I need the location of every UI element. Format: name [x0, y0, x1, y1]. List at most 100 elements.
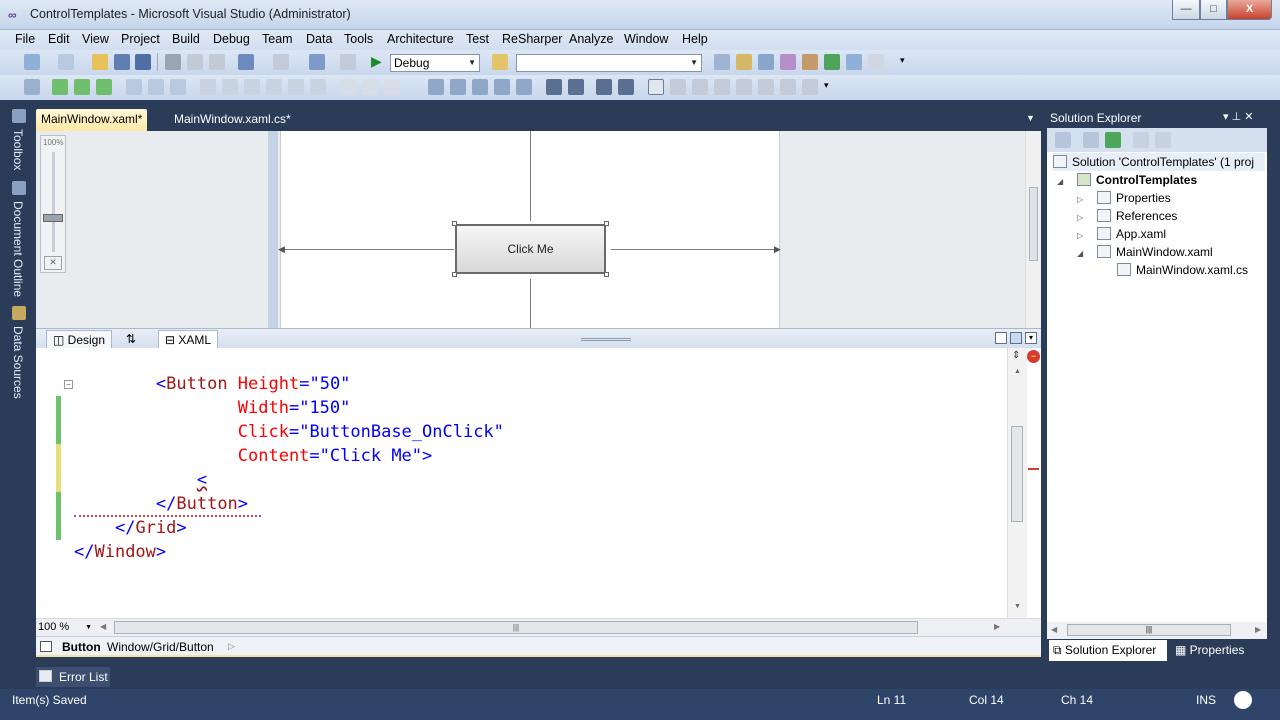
scroll-right-icon[interactable]: ▶: [1255, 625, 1261, 634]
edit-style-icon[interactable]: [384, 79, 400, 95]
decrease-indent-icon[interactable]: [546, 79, 562, 95]
designer-scroll-thumb[interactable]: [1029, 187, 1038, 261]
scroll-left-icon[interactable]: ◀: [1051, 625, 1057, 634]
menu-architecture[interactable]: Architecture: [387, 32, 454, 46]
code-line[interactable]: Click="ButtonBase_OnClick": [74, 420, 504, 444]
menu-file[interactable]: File: [15, 32, 35, 46]
designer-icon[interactable]: [24, 79, 40, 95]
solution-horizontal-scrollbar[interactable]: ◀ ||| ▶: [1047, 622, 1267, 639]
tree-item-mainwindow-xaml[interactable]: ◢ MainWindow.xaml: [1077, 243, 1213, 261]
tree-item-mainwindow-xaml-cs[interactable]: MainWindow.xaml.cs: [1117, 261, 1248, 279]
layout-dock-icon[interactable]: [310, 79, 326, 95]
tree-item-references[interactable]: ▷ References: [1077, 207, 1177, 225]
layout-row-icon[interactable]: [200, 79, 216, 95]
layout-wrap-icon[interactable]: [288, 79, 304, 95]
scroll-right-icon[interactable]: ▶: [994, 622, 1000, 631]
code-line[interactable]: <Button Height="50": [74, 372, 351, 396]
tree-item-solution[interactable]: Solution 'ControlTemplates' (1 proj: [1053, 153, 1265, 171]
error-list-tab[interactable]: Error List: [36, 667, 110, 687]
bookmark-icon[interactable]: [648, 79, 664, 95]
selection-icon[interactable]: [428, 79, 444, 95]
xaml-tab[interactable]: ⊟ XAML: [158, 330, 219, 349]
bookmark-window-icon[interactable]: [780, 79, 796, 95]
code-line[interactable]: <: [74, 468, 207, 492]
menu-build[interactable]: Build: [172, 32, 200, 46]
menu-analyze[interactable]: Analyze: [569, 32, 613, 46]
scroll-left-icon[interactable]: ◀: [100, 622, 106, 631]
next-bookmark-folder-icon[interactable]: [736, 79, 752, 95]
menu-test[interactable]: Test: [466, 32, 489, 46]
edit-template-icon[interactable]: [362, 79, 378, 95]
tree-item-app-xaml[interactable]: ▷ App.xaml: [1077, 225, 1166, 243]
editor-vertical-scrollbar[interactable]: ⇕ ▲ ▼: [1007, 348, 1027, 618]
uncomment-icon[interactable]: [618, 79, 634, 95]
breadcrumb-path[interactable]: Window/Grid/Button: [107, 640, 214, 654]
collapse-region-icon[interactable]: −: [64, 380, 73, 389]
start-debugging-icon[interactable]: ▶: [371, 53, 382, 70]
undo-icon[interactable]: [238, 54, 254, 70]
save-icon[interactable]: [114, 54, 130, 70]
horizontal-scroll-thumb[interactable]: |||: [114, 621, 918, 634]
tab-overflow-icon[interactable]: ▼: [1026, 113, 1035, 123]
code-line[interactable]: </Window>: [74, 540, 166, 564]
layout-grid-icon[interactable]: [244, 79, 260, 95]
scroll-up-icon[interactable]: ▲: [1014, 368, 1021, 375]
comment-icon[interactable]: [596, 79, 612, 95]
split-editor-icon[interactable]: ⇕: [1012, 350, 1020, 361]
swap-panes-button[interactable]: ⇅: [120, 330, 142, 349]
align-center-icon[interactable]: [74, 79, 90, 95]
solution-explorer-tab[interactable]: ⧉ Solution Explorer: [1049, 640, 1167, 661]
error-indicator-icon[interactable]: −: [1027, 350, 1040, 363]
resize-handle[interactable]: [452, 221, 457, 226]
previous-bookmark-icon[interactable]: [670, 79, 686, 95]
tab-mainwindow-xaml[interactable]: MainWindow.xaml*: [36, 109, 148, 131]
navigate-forward-icon[interactable]: [340, 54, 356, 70]
pan-icon[interactable]: [450, 79, 466, 95]
solution-explorer-icon[interactable]: [736, 54, 752, 70]
minimize-button[interactable]: —: [1172, 0, 1200, 20]
toolbar-options-icon[interactable]: ▾: [900, 55, 905, 66]
fit-to-window-icon[interactable]: ✕: [44, 256, 62, 270]
data-sources-tab[interactable]: Data Sources: [11, 326, 25, 399]
scroll-down-icon[interactable]: ▼: [1014, 603, 1021, 610]
group-icon[interactable]: [170, 79, 186, 95]
breadcrumb-element[interactable]: Button: [62, 640, 101, 654]
command-window-icon[interactable]: [868, 54, 884, 70]
show-properties-icon[interactable]: [1055, 132, 1071, 148]
snap-icon[interactable]: [516, 79, 532, 95]
layout-stack-icon[interactable]: [266, 79, 282, 95]
menu-data[interactable]: Data: [306, 32, 332, 46]
solution-configuration-combo[interactable]: Debug ▼: [390, 54, 480, 72]
menu-edit[interactable]: Edit: [48, 32, 70, 46]
menu-project[interactable]: Project: [121, 32, 160, 46]
vertical-split-icon[interactable]: [995, 332, 1007, 344]
resize-handle[interactable]: [452, 272, 457, 277]
save-all-icon[interactable]: [135, 54, 151, 70]
xaml-editor[interactable]: − <Button Height="50" Width="150" Click=…: [36, 348, 1041, 618]
show-all-files-icon[interactable]: [1083, 132, 1099, 148]
design-tab[interactable]: ◫ Design: [46, 330, 113, 349]
send-backward-icon[interactable]: [148, 79, 164, 95]
code-line[interactable]: Width="150": [74, 396, 351, 420]
tree-item-properties[interactable]: ▷ Properties: [1077, 189, 1171, 207]
collapse-pane-icon[interactable]: ▾: [1025, 332, 1037, 344]
bring-forward-icon[interactable]: [126, 79, 142, 95]
xaml-designer[interactable]: 100% ✕ ◀ ▶ Click Me: [36, 131, 1041, 328]
text-icon[interactable]: [494, 79, 510, 95]
editor-zoom-combo[interactable]: 100 % ▼: [38, 620, 94, 635]
properties-window-icon[interactable]: [758, 54, 774, 70]
properties-tab[interactable]: ▦ Properties: [1171, 640, 1265, 661]
menu-view[interactable]: View: [82, 32, 109, 46]
breadcrumb-arrow-icon[interactable]: ▷: [228, 641, 235, 652]
menu-help[interactable]: Help: [682, 32, 708, 46]
toolbox-icon[interactable]: [802, 54, 818, 70]
align-left-icon[interactable]: [52, 79, 68, 95]
menu-tools[interactable]: Tools: [344, 32, 373, 46]
menu-window[interactable]: Window: [624, 32, 668, 46]
grid-column-ruler[interactable]: [268, 131, 278, 328]
resize-handle[interactable]: [604, 272, 609, 277]
tab-mainwindow-xaml-cs[interactable]: MainWindow.xaml.cs*: [169, 109, 296, 131]
designer-vertical-scrollbar[interactable]: [1025, 131, 1041, 328]
object-browser-icon[interactable]: [780, 54, 796, 70]
pane-options-icon[interactable]: ▾ ⊥ ✕: [1223, 110, 1253, 123]
